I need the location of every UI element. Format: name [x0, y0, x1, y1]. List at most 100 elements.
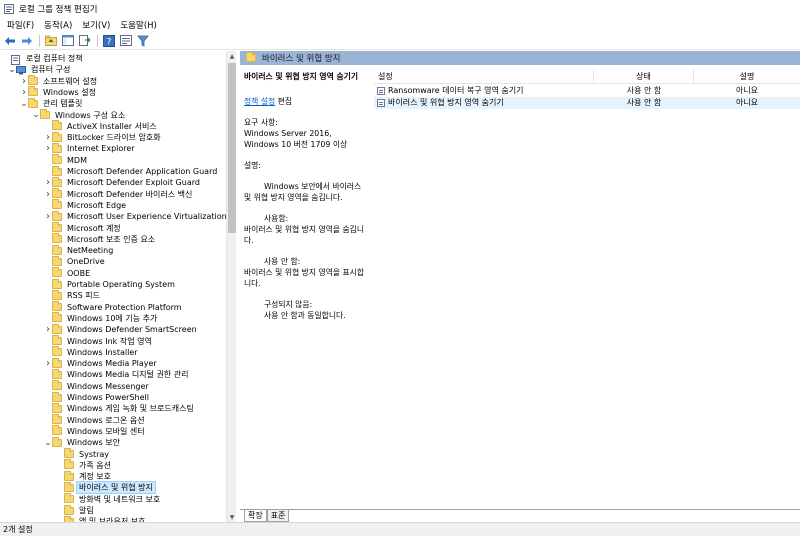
chevron-right-icon[interactable]: ›: [44, 132, 52, 143]
chevron-right-icon[interactable]: ›: [20, 76, 28, 87]
help-icon[interactable]: ?: [102, 34, 116, 48]
chevron-right-icon[interactable]: ›: [44, 324, 52, 335]
tree-item[interactable]: Windows Ink 작업 영역: [44, 335, 154, 347]
tree-item[interactable]: 계정 보호: [56, 470, 113, 482]
tree-item[interactable]: ⌄ 컴퓨터 구성: [8, 64, 72, 75]
folder-icon: [52, 380, 62, 391]
tree-item[interactable]: Windows Messenger: [44, 380, 151, 392]
tab-standard[interactable]: 표준: [266, 510, 290, 522]
tree-item[interactable]: Windows 로그온 옵션: [44, 414, 147, 426]
tree-item[interactable]: › Microsoft Defender 바이러스 백신: [44, 188, 194, 200]
tree-item[interactable]: Microsoft Edge: [44, 199, 128, 211]
tree-item[interactable]: › Windows 설정: [20, 86, 98, 98]
tree-item-label: Microsoft Defender 바이러스 백신: [67, 189, 193, 199]
tree-item[interactable]: Microsoft 보조 인증 요소: [44, 233, 157, 245]
tree-item[interactable]: ActiveX Installer 서비스: [44, 120, 159, 132]
tree-item[interactable]: › 소프트웨어 설정: [20, 75, 99, 87]
tree-item[interactable]: OneDrive: [44, 255, 107, 267]
chevron-right-icon[interactable]: ›: [44, 211, 52, 222]
chevron-right-icon[interactable]: ›: [44, 358, 52, 369]
scroll-up-arrow-icon[interactable]: ▲: [227, 51, 237, 61]
menu-action[interactable]: 동작(A): [39, 19, 77, 31]
setting-state: 사용 안 함: [626, 86, 662, 95]
folder-icon: [64, 493, 74, 504]
tree-item[interactable]: MDM: [44, 154, 89, 166]
tree-item[interactable]: 방화벽 및 네트워크 보호: [56, 493, 162, 505]
tree-item[interactable]: ⌄ 관리 템플릿: [20, 97, 84, 109]
tree-item[interactable]: Windows 10에 기능 추가: [44, 312, 159, 324]
tree-item[interactable]: › Microsoft User Experience Virtualizatio…: [44, 210, 229, 222]
tree-item-label: Windows 게임 녹화 및 브로드캐스팅: [67, 404, 194, 414]
tab-extended[interactable]: 확장: [244, 510, 267, 522]
column-comment[interactable]: 설명: [694, 69, 800, 84]
group-policy-editor-window: 로컬 그룹 정책 편집기 파일(F) 동작(A) 보기(V) 도움말(H) ?: [0, 0, 800, 536]
tree-item[interactable]: RSS 피드: [44, 289, 102, 301]
scrollbar-thumb[interactable]: [228, 63, 236, 233]
chevron-down-icon[interactable]: ⌄: [8, 64, 16, 75]
edit-policy-link[interactable]: 정책 설정: [244, 97, 275, 106]
tree-item[interactable]: › Windows Defender SmartScreen: [44, 323, 199, 335]
chevron-down-icon[interactable]: ⌄: [20, 98, 28, 109]
scroll-down-arrow-icon[interactable]: ▼: [227, 512, 237, 522]
export-list-icon[interactable]: [78, 34, 92, 48]
menu-view[interactable]: 보기(V): [77, 19, 115, 31]
tree-item-selected[interactable]: 바이러스 및 위협 방지: [56, 481, 156, 495]
back-arrow-icon[interactable]: [3, 34, 17, 48]
tree-item[interactable]: Systray: [56, 448, 111, 460]
list-item[interactable]: Ransomware 데이터 복구 영역 숨기기 사용 안 함 아니요: [374, 85, 800, 97]
tree-item[interactable]: Portable Operating System: [44, 278, 177, 290]
details-header: 바이러스 및 위협 방지: [240, 51, 800, 65]
chevron-right-icon[interactable]: ›: [20, 87, 28, 98]
chevron-down-icon[interactable]: ⌄: [32, 110, 40, 121]
tree-scrollbar[interactable]: ▲ ▼: [226, 51, 236, 522]
tree-item[interactable]: Windows Media 디지털 권한 관리: [44, 368, 190, 380]
menu-file[interactable]: 파일(F): [2, 19, 39, 31]
tree-item[interactable]: Windows Installer: [44, 346, 140, 358]
view-tabs: 확장 표준: [240, 509, 800, 522]
tree-item[interactable]: ⌄ Windows 구성 요소: [32, 109, 127, 121]
tree-item[interactable]: Windows 게임 녹화 및 브로드캐스팅: [44, 402, 196, 414]
folder-icon: [64, 504, 74, 515]
tree-item[interactable]: Software Protection Platform: [44, 301, 184, 313]
column-setting[interactable]: 설정: [374, 69, 594, 84]
tree-item[interactable]: Windows 모바일 센터: [44, 425, 147, 437]
tree-item-label: OneDrive: [67, 257, 105, 267]
tree-item[interactable]: Microsoft 계정: [44, 222, 123, 234]
tree-item[interactable]: OOBE: [44, 267, 92, 279]
tree-item[interactable]: › Windows Media Player: [44, 357, 159, 369]
up-folder-icon[interactable]: [44, 34, 58, 48]
tree-item[interactable]: › Internet Explorer: [44, 142, 137, 154]
menu-help[interactable]: 도움말(H): [115, 19, 161, 31]
tree-item[interactable]: 가족 옵션: [56, 459, 113, 471]
folder-icon: [52, 154, 62, 165]
tree-item-label: MDM: [67, 155, 87, 165]
properties-icon[interactable]: [119, 34, 133, 48]
folder-icon: [52, 312, 62, 323]
tree-item[interactable]: › BitLocker 드라이브 암호화: [44, 131, 163, 143]
list-item-selected[interactable]: 바이러스 및 위협 방지 영역 숨기기 사용 안 함 아니요: [374, 97, 800, 109]
tree-item[interactable]: 알림: [56, 504, 96, 516]
chevron-right-icon[interactable]: ›: [44, 177, 52, 188]
chevron-right-icon[interactable]: ›: [44, 189, 52, 200]
show-hide-tree-icon[interactable]: [61, 34, 75, 48]
column-state[interactable]: 상태: [594, 69, 694, 84]
tree-item[interactable]: Microsoft Defender Application Guard: [44, 165, 219, 177]
tree-item[interactable]: NetMeeting: [44, 244, 115, 256]
tree-item-label: Microsoft Defender Exploit Guard: [67, 178, 200, 188]
tree-item[interactable]: Windows PowerShell: [44, 391, 151, 403]
tree-item[interactable]: 로컬 컴퓨터 정책: [3, 53, 85, 65]
forward-arrow-icon[interactable]: [20, 34, 34, 48]
filter-icon[interactable]: [136, 34, 150, 48]
details-pane: 바이러스 및 위협 방지 바이러스 및 위협 방지 영역 숨기기 정책 설정 편…: [240, 51, 800, 522]
tree-item[interactable]: › Microsoft Defender Exploit Guard: [44, 176, 202, 188]
chevron-down-icon[interactable]: ⌄: [44, 437, 52, 448]
folder-icon: [52, 323, 62, 334]
tree-item[interactable]: ⌄ Windows 보안: [44, 436, 122, 448]
chevron-right-icon[interactable]: ›: [44, 143, 52, 154]
console-tree[interactable]: 로컬 컴퓨터 정책 ⌄ 컴퓨터 구성 › 소프트웨어 설정 › Windows 설정 ⌄ 관리 …: [0, 51, 236, 522]
